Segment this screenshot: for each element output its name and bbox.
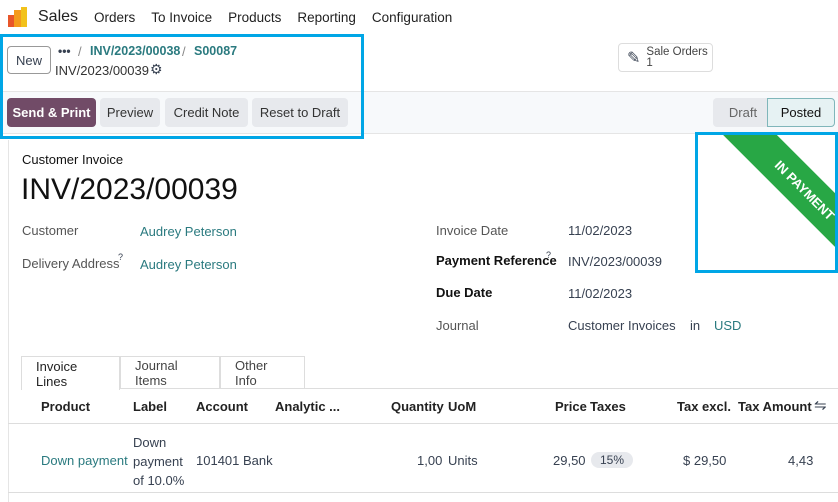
payment-ref-label: Payment Reference (436, 253, 557, 268)
help-icon[interactable]: ? (546, 250, 551, 260)
highlight-box (0, 34, 364, 139)
tab-journal-items[interactable]: Journal Items (120, 356, 220, 389)
cell-quantity: 1,00 (417, 453, 443, 468)
app-name[interactable]: Sales (38, 8, 78, 26)
col-quantity[interactable]: Quantity (391, 399, 444, 414)
nav-to-invoice[interactable]: To Invoice (151, 10, 212, 25)
due-date-label: Due Date (436, 285, 493, 300)
col-tax-excl[interactable]: Tax excl. (677, 399, 731, 414)
invoice-type: Customer Invoice (22, 152, 124, 167)
tab-other-info[interactable]: Other Info (220, 356, 305, 389)
column-settings-icon[interactable]: ⇋ (814, 396, 827, 414)
cell-label: Down payment of 10.0% (133, 435, 185, 488)
tab-invoice-lines[interactable]: Invoice Lines (21, 356, 120, 390)
nav-configuration[interactable]: Configuration (372, 10, 452, 25)
col-analytic[interactable]: Analytic ... (275, 399, 340, 414)
cell-uom: Units (448, 453, 478, 468)
cell-tax-excl: $ 29,50 (683, 453, 727, 468)
status-draft[interactable]: Draft (713, 98, 773, 127)
invoice-date-field[interactable]: 11/02/2023 (568, 223, 632, 238)
journal-label: Journal (436, 318, 479, 333)
cell-account: 101401 Bank (196, 453, 273, 468)
customer-field[interactable]: Audrey Peterson (140, 224, 237, 239)
col-product[interactable]: Product (41, 399, 90, 414)
col-price[interactable]: Price (555, 399, 587, 414)
col-account[interactable]: Account (196, 399, 248, 414)
edit-icon: ✎ (627, 49, 641, 67)
invoice-number: INV/2023/00039 (21, 173, 238, 206)
delivery-label: Delivery Address (22, 256, 120, 271)
table-row[interactable]: Down payment Down payment of 10.0% 101401 … (8, 424, 838, 492)
nav-orders[interactable]: Orders (94, 10, 135, 25)
journal-field[interactable]: Customer Invoices (568, 318, 676, 333)
payment-ref-field[interactable]: INV/2023/00039 (568, 254, 662, 269)
tax-badge: 15% (591, 452, 634, 468)
top-nav: Sales Orders To Invoice Products Reporti… (0, 0, 838, 34)
help-icon[interactable]: ? (118, 252, 123, 262)
col-label[interactable]: Label (133, 399, 167, 414)
status-posted[interactable]: Posted (767, 98, 835, 127)
cell-price: 29,50 (553, 453, 586, 468)
invoice-date-label: Invoice Date (436, 223, 509, 238)
sale-orders-smart-button[interactable]: ✎ Sale Orders 1 (618, 43, 713, 72)
delivery-field[interactable]: Audrey Peterson (140, 257, 237, 272)
in-text: in (690, 318, 701, 333)
col-taxes[interactable]: Taxes (590, 399, 626, 414)
due-date-field[interactable]: 11/02/2023 (568, 286, 632, 301)
cell-tax-amount: 4,43 (788, 453, 814, 468)
currency-field[interactable]: USD (714, 318, 741, 333)
col-uom[interactable]: UoM (448, 399, 476, 414)
cell-product[interactable]: Down payment (41, 453, 128, 468)
sales-app-logo (8, 7, 28, 27)
customer-label: Customer (22, 223, 79, 238)
nav-reporting[interactable]: Reporting (297, 10, 356, 25)
col-tax-amount[interactable]: Tax Amount (738, 399, 812, 414)
nav-products[interactable]: Products (228, 10, 281, 25)
highlight-box (695, 132, 838, 273)
